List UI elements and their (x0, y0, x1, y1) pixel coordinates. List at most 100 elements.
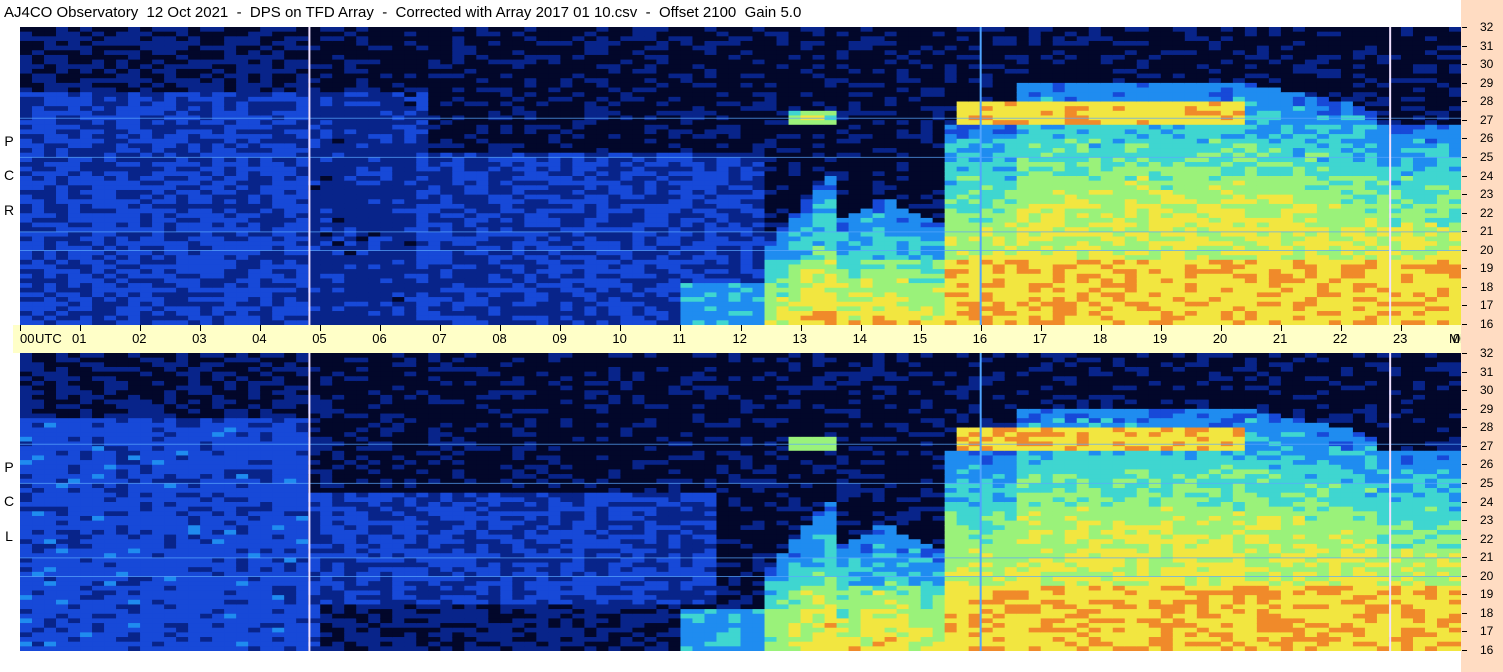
spectrogram-cell (800, 110, 814, 117)
spectrogram-cell (152, 87, 165, 93)
spectrogram-cell (488, 250, 501, 256)
spectrogram-cell (392, 278, 405, 284)
spectrogram-cell (524, 259, 537, 266)
spectrogram-cell (560, 54, 573, 61)
spectrogram-cell (692, 101, 706, 107)
spectrogram-cell (800, 208, 814, 214)
spectrogram-cell (104, 31, 117, 37)
spectrogram-cell (752, 45, 766, 51)
spectrogram-cell (656, 166, 670, 172)
spectrogram-cell (788, 264, 802, 270)
spectrogram-cell (296, 129, 309, 135)
spectrogram-cell (80, 101, 93, 107)
spectrogram-cell (32, 176, 45, 182)
spectrogram-cell (176, 189, 189, 196)
spectrogram-cell (320, 73, 333, 79)
spectrogram-cell (656, 50, 670, 56)
spectrogram-cell (404, 315, 417, 321)
spectrogram-cell (716, 64, 730, 70)
spectrogram-cell (584, 64, 597, 70)
spectrogram-cell (872, 250, 886, 256)
spectrogram-cell (236, 180, 249, 186)
spectrogram-cell (224, 59, 237, 65)
spectrogram-cell (452, 148, 465, 154)
spectrogram-cell (344, 189, 357, 196)
spectrogram-cell (836, 68, 850, 75)
spectrogram-cell (788, 222, 802, 228)
spectrogram-cell (320, 180, 333, 186)
spectrogram-cell (236, 250, 249, 256)
spectrogram-cell (32, 278, 45, 284)
spectrogram-cell (836, 92, 850, 98)
spectrogram-cell (812, 64, 826, 70)
spectrogram-cell (440, 185, 453, 191)
spectrogram-cell (740, 241, 754, 247)
spectrogram-cell (812, 171, 826, 177)
spectrogram-cell (620, 134, 634, 140)
spectrogram-cell (908, 287, 922, 294)
spectrogram-cell (356, 259, 369, 266)
spectrogram-cell (164, 50, 177, 56)
spectrogram-cell (884, 199, 898, 205)
spectrogram-cell (872, 101, 886, 107)
spectrogram-cell (488, 273, 501, 280)
spectrogram-cell (92, 250, 105, 256)
spectrogram-cell (200, 203, 213, 210)
spectrogram-cell (44, 138, 57, 145)
spectrogram-cell (80, 176, 93, 182)
spectrogram-cell (524, 106, 537, 112)
spectrogram-cell (392, 250, 405, 256)
spectrogram-cell (716, 255, 730, 261)
spectrogram-cell (488, 213, 501, 219)
spectrogram-cell (908, 78, 922, 84)
spectrogram-cell (356, 36, 369, 42)
spectrogram-cell (812, 134, 826, 140)
spectrogram-cell (80, 54, 93, 61)
spectrogram-cell (524, 180, 537, 186)
spectrogram-cell (176, 68, 189, 75)
spectrogram-cell (944, 180, 958, 186)
spectrogram-cell (848, 222, 862, 228)
spectrogram-cell (188, 78, 201, 84)
spectrogram-cell (452, 166, 465, 172)
spectrogram-cell (116, 96, 129, 103)
spectrogram-cell (800, 171, 814, 177)
spectrogram-cell (500, 106, 513, 112)
spectrogram-cell (644, 176, 658, 182)
spectrogram-cell (104, 231, 117, 238)
spectrogram-cell (644, 101, 658, 107)
spectrogram-cell (524, 208, 537, 214)
spectrogram-cell (896, 110, 910, 117)
spectrogram-cell (692, 73, 706, 79)
spectrogram-cell (596, 311, 610, 317)
spectrogram-cell (296, 36, 309, 42)
spectrogram-cell (908, 259, 922, 266)
spectrogram-cell (848, 31, 862, 37)
spectrogram-cell (644, 213, 658, 219)
spectrogram-cell (536, 208, 549, 214)
spectrogram-cell (368, 96, 381, 103)
spectrogram-cell (296, 40, 309, 47)
spectrogram-cell (356, 269, 369, 275)
spectrogram-cell (716, 134, 730, 140)
spectrogram-cell (872, 54, 886, 61)
spectrogram-cell (512, 292, 525, 298)
spectrogram-cell (728, 222, 742, 228)
spectrogram-cell (572, 194, 585, 200)
spectrogram-cell (380, 27, 393, 33)
spectrogram-cell (932, 203, 946, 210)
spectrogram-cell (296, 273, 309, 280)
spectrogram-cell (104, 255, 117, 261)
spectrogram-cell (920, 59, 934, 65)
spectrogram-cell (656, 59, 670, 65)
spectrogram-cell (68, 87, 81, 93)
spectrogram-cell (824, 73, 838, 79)
spectrogram-cell (404, 36, 417, 42)
spectrogram-cell (32, 120, 45, 126)
spectrogram-cell (248, 106, 261, 112)
spectrogram-cell (632, 134, 646, 140)
spectrogram-cell (392, 78, 405, 84)
spectrogram-cell (152, 157, 165, 163)
spectrogram-cell (44, 31, 57, 37)
spectrogram-cell (128, 92, 141, 98)
